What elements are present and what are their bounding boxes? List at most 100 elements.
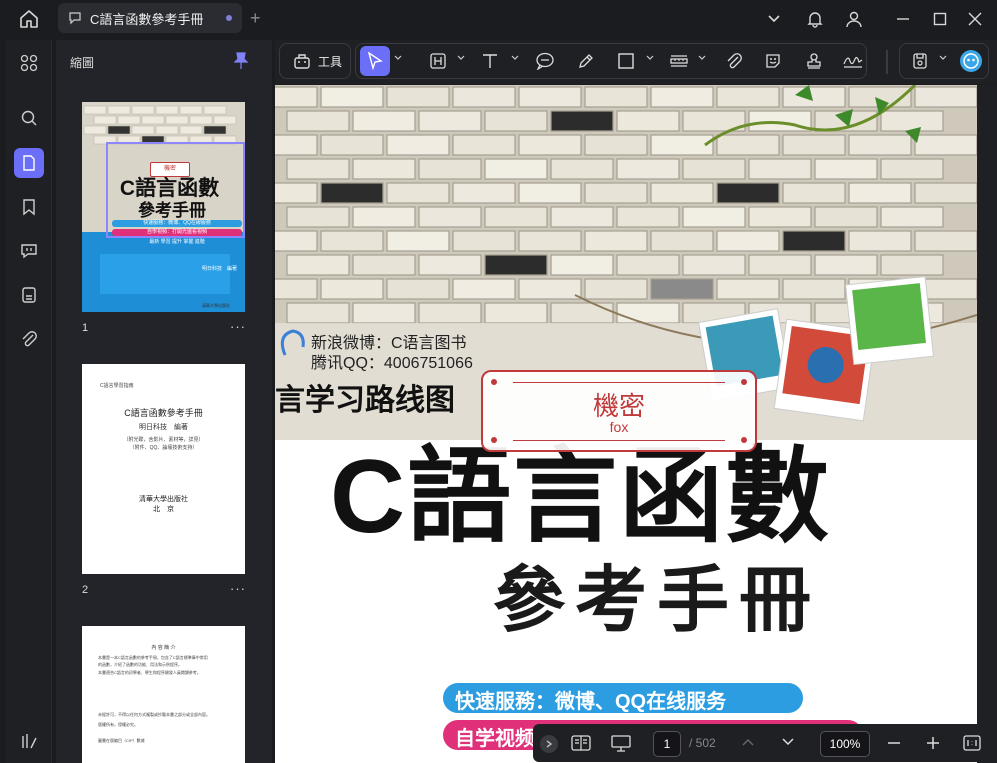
comment-tool[interactable]: [532, 46, 558, 76]
stamp-subtitle: fox: [609, 419, 629, 435]
user-icon[interactable]: [843, 8, 865, 30]
tools-button[interactable]: 工具: [287, 46, 347, 76]
pen-tool[interactable]: [573, 46, 599, 76]
cover-subtitle: 參考手冊: [493, 561, 822, 641]
measure-tool[interactable]: [666, 46, 692, 76]
toolbar: 工具: [275, 40, 997, 84]
page3-footer: 圖書在版編目（CIP）數據: [98, 738, 145, 743]
bottom-nav-bar: 1 / 502 100%: [533, 724, 997, 762]
sticker-icon: [766, 54, 780, 68]
thumb-cover-line: 最新 學習 提升 掌握 進階: [149, 239, 205, 245]
document-tab-title: C語言函數參考手冊: [90, 11, 204, 27]
save-button[interactable]: [907, 46, 933, 76]
previous-page-icon[interactable]: [741, 737, 755, 747]
page-thumbnail-3[interactable]: 內 容 簡 介 本書是一本C語言函數的參考手冊，包含了C語言標準庫中常用 的函數…: [82, 626, 245, 763]
minimize-icon[interactable]: [892, 8, 914, 30]
text-icon: [483, 54, 497, 68]
tools-label: 工具: [317, 54, 342, 69]
ai-assistant-icon: [960, 50, 982, 72]
rectangle-icon: [618, 53, 634, 69]
document-tab[interactable]: C語言函數參考手冊: [58, 3, 242, 33]
page3-line-1: 本書是一本C語言函數的參考手冊，包含了C語言標準庫中常用: [98, 655, 208, 660]
form-icon[interactable]: [14, 280, 44, 310]
page-more-1[interactable]: ···: [230, 319, 246, 334]
close-icon[interactable]: [964, 8, 986, 30]
page3-heading: 內 容 簡 介: [151, 645, 176, 651]
viewport-indicator: [106, 142, 245, 238]
zoom-out-icon[interactable]: [887, 736, 901, 750]
page-thumbnail-1[interactable]: 明日科技 編著 清華大學出版社 C語言函數 參考手冊 快速服務：微博、QQ在線服…: [82, 102, 245, 312]
save-icon: [913, 53, 927, 69]
page-thumbnail-2[interactable]: C語言學習指南 C語言函數參考手冊 明日科技 編著 （附光碟，含影片、素材等，詳…: [82, 364, 245, 574]
zoom-level-input[interactable]: 100%: [820, 731, 870, 757]
select-tool[interactable]: [360, 46, 390, 76]
maximize-icon[interactable]: [929, 8, 951, 30]
stamp-bottom-rule: [513, 440, 725, 441]
page-number-input[interactable]: 1: [653, 731, 681, 757]
text-tool[interactable]: [477, 46, 503, 76]
pin-icon[interactable]: [234, 52, 248, 70]
stamp-dot: [491, 379, 497, 385]
presentation-icon[interactable]: [610, 733, 632, 753]
zoom-in-icon[interactable]: [926, 736, 940, 750]
ai-assistant-button[interactable]: [958, 46, 984, 76]
shape-tool[interactable]: [613, 46, 639, 76]
ruler-icon: [670, 55, 688, 67]
next-page-icon[interactable]: [781, 737, 795, 747]
collapse-nav-icon[interactable]: [540, 735, 558, 753]
paperclip-icon: [727, 53, 742, 69]
left-rail: [6, 40, 52, 763]
page-total: / 502: [689, 736, 716, 750]
bookmark-icon[interactable]: [14, 192, 44, 222]
stamp-dot: [491, 437, 497, 443]
signature-tool[interactable]: [839, 46, 867, 76]
page3-line-4: 未經許可，不得以任何方式複製或抄襲本書之部分或全部內容。: [98, 712, 210, 717]
cover-banner-2: 自学视频: [455, 728, 535, 750]
page-number-2: 2: [82, 584, 89, 596]
stamp-top-rule: [513, 382, 725, 383]
confidential-stamp[interactable]: 機密 fox: [481, 370, 757, 452]
toolbar-divider: [886, 50, 888, 74]
comments-icon[interactable]: [14, 236, 44, 266]
actual-size-icon[interactable]: [962, 733, 982, 753]
reading-mode-icon[interactable]: [570, 733, 592, 753]
svg-text:清華大學出版社: 清華大學出版社: [202, 302, 230, 308]
highlight-caret-icon[interactable]: [457, 54, 465, 62]
bell-icon[interactable]: [804, 8, 826, 30]
page3-line-5: 版權所有，侵權必究。: [98, 722, 138, 727]
vertical-scrollbar[interactable]: [977, 85, 997, 763]
page-more-2[interactable]: ···: [230, 581, 246, 596]
cursor-icon: [368, 52, 383, 70]
toolbox-icon: [294, 54, 310, 69]
select-caret-icon[interactable]: [394, 54, 402, 62]
stamp-tool[interactable]: [801, 46, 827, 76]
page3-line-3: 本書適合C語言的初學者、學生和程序開發人員閱讀參考。: [98, 670, 201, 675]
measure-caret-icon[interactable]: [698, 54, 706, 62]
heading-icon: [430, 53, 446, 69]
page2-city: 北 京: [153, 506, 174, 513]
home-icon[interactable]: [18, 8, 40, 30]
signature-icon: [843, 56, 863, 68]
attachment-icon[interactable]: [14, 324, 44, 354]
new-tab-icon[interactable]: +: [250, 8, 261, 29]
cover-banner-1: 快速服務：微博、QQ在线服务: [455, 691, 727, 713]
attach-tool[interactable]: [721, 46, 747, 76]
panel-title: 縮圖: [70, 56, 95, 70]
sidebar-toggle-icon[interactable]: [14, 726, 44, 756]
page3-line-2: 的函數，介紹了函數的功能、用法和示例程序。: [98, 662, 182, 667]
page2-meta-1: （附光碟，含影片、素材等，詳見）: [123, 437, 204, 443]
save-caret-icon[interactable]: [939, 54, 947, 62]
cover-roadmap: 言学习路线图: [275, 384, 455, 417]
stamp-title: 機密: [592, 391, 645, 421]
sticker-tool[interactable]: [760, 46, 786, 76]
page2-title: C語言函數參考手冊: [124, 408, 203, 418]
highlight-tool[interactable]: [425, 46, 451, 76]
chevron-down-icon[interactable]: [763, 8, 785, 30]
text-caret-icon[interactable]: [511, 54, 519, 62]
pages-icon[interactable]: [14, 148, 44, 178]
thumbnail-panel: 縮圖 明日科技 編著 清華大學出版社 C語言函數 參考手冊 快速服務：微博、QQ…: [56, 40, 272, 763]
grid-icon[interactable]: [14, 48, 44, 78]
shape-caret-icon[interactable]: [646, 54, 654, 62]
search-icon[interactable]: [14, 103, 44, 133]
cover-title: C語言函數: [330, 439, 832, 555]
